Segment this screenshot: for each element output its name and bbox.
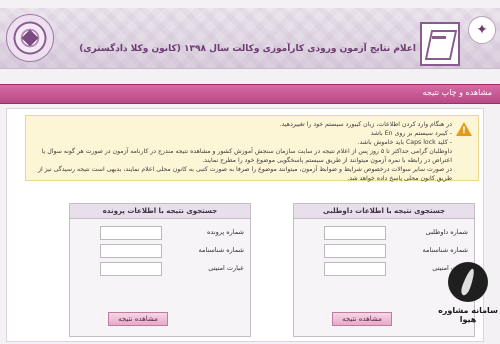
watermark: سامانه مشاوره هیوا xyxy=(438,262,498,342)
form-row: عبارت امنیتی xyxy=(70,262,250,276)
field-label: شماره داوطلبی xyxy=(425,228,468,236)
id-number-input[interactable] xyxy=(100,244,162,258)
field-label: شماره شناسنامه xyxy=(422,246,468,254)
seal-icon: ✦ xyxy=(468,16,496,44)
bar-association-logo-icon xyxy=(420,22,460,66)
logo-bar xyxy=(432,36,446,39)
form-row: شماره پرونده xyxy=(70,226,250,240)
watermark-text: سامانه مشاوره هیوا xyxy=(438,306,498,324)
field-label: شماره شناسنامه xyxy=(198,246,244,254)
warning-exclamation: ! xyxy=(461,126,466,136)
warning-line: در صورت سایر سوالات درخصوص شرایط و ضوابط… xyxy=(37,166,452,173)
warning-line: - کیبرد سیستم بر روی En باشد xyxy=(370,130,452,137)
file-number-input[interactable] xyxy=(100,226,162,240)
page: اعلام نتایج آزمون ورودی کارآموزی وکالت س… xyxy=(0,0,500,344)
content-area: ! در هنگام وارد کردن اطلاعات، زبان کیبور… xyxy=(6,108,484,342)
section-title: مشاهده و چاپ نتیجه xyxy=(422,88,492,97)
file-search-panel: جستجوی نتیجه با اطلاعات پرونده شماره پرو… xyxy=(69,203,251,337)
view-result-button[interactable]: مشاهده نتیجه xyxy=(108,312,168,326)
warning-line: اعتراض در رابطه با نمره آزمون میتوانند ا… xyxy=(202,157,452,164)
warning-text: در هنگام وارد کردن اطلاعات، زبان کیبورد … xyxy=(32,120,452,183)
warning-box: ! در هنگام وارد کردن اطلاعات، زبان کیبور… xyxy=(25,115,479,183)
field-label: عبارت امنیتی xyxy=(208,264,244,272)
id-number-input[interactable] xyxy=(324,244,386,258)
warning-line: - کلید Caps lock باید خاموش باشد. xyxy=(357,139,452,146)
view-result-button[interactable]: مشاهده نتیجه xyxy=(332,312,392,326)
emblem-center xyxy=(21,29,39,47)
logo-frame xyxy=(424,30,458,60)
feather-shape xyxy=(459,267,477,297)
warning-line: داوطلبان گرامی حداکثر تا ۵ روز پس از اعل… xyxy=(41,148,452,155)
warning-line: در هنگام وارد کردن اطلاعات، زبان کیبورد … xyxy=(279,121,452,128)
section-bar: مشاهده و چاپ نتیجه xyxy=(0,84,500,104)
form-row: شماره شناسنامه xyxy=(294,244,474,258)
panel-title: جستجوی نتیجه با اطلاعات داوطلبی xyxy=(294,204,474,219)
page-title: اعلام نتایج آزمون ورودی کارآموزی وکالت س… xyxy=(79,44,416,54)
warning-line: طریق کانون محلی پاسخ داده خواهد شد. xyxy=(347,175,452,182)
captcha-input[interactable] xyxy=(100,262,162,276)
emblem-icon xyxy=(6,14,54,62)
feather-logo-icon xyxy=(448,262,488,302)
candidate-number-input[interactable] xyxy=(324,226,386,240)
header-banner: اعلام نتایج آزمون ورودی کارآموزی وکالت س… xyxy=(0,8,500,69)
field-label: شماره پرونده xyxy=(207,228,244,236)
panel-title: جستجوی نتیجه با اطلاعات پرونده xyxy=(70,204,250,219)
form-row: شماره داوطلبی xyxy=(294,226,474,240)
form-row: شماره شناسنامه xyxy=(70,244,250,258)
captcha-input[interactable] xyxy=(324,262,386,276)
